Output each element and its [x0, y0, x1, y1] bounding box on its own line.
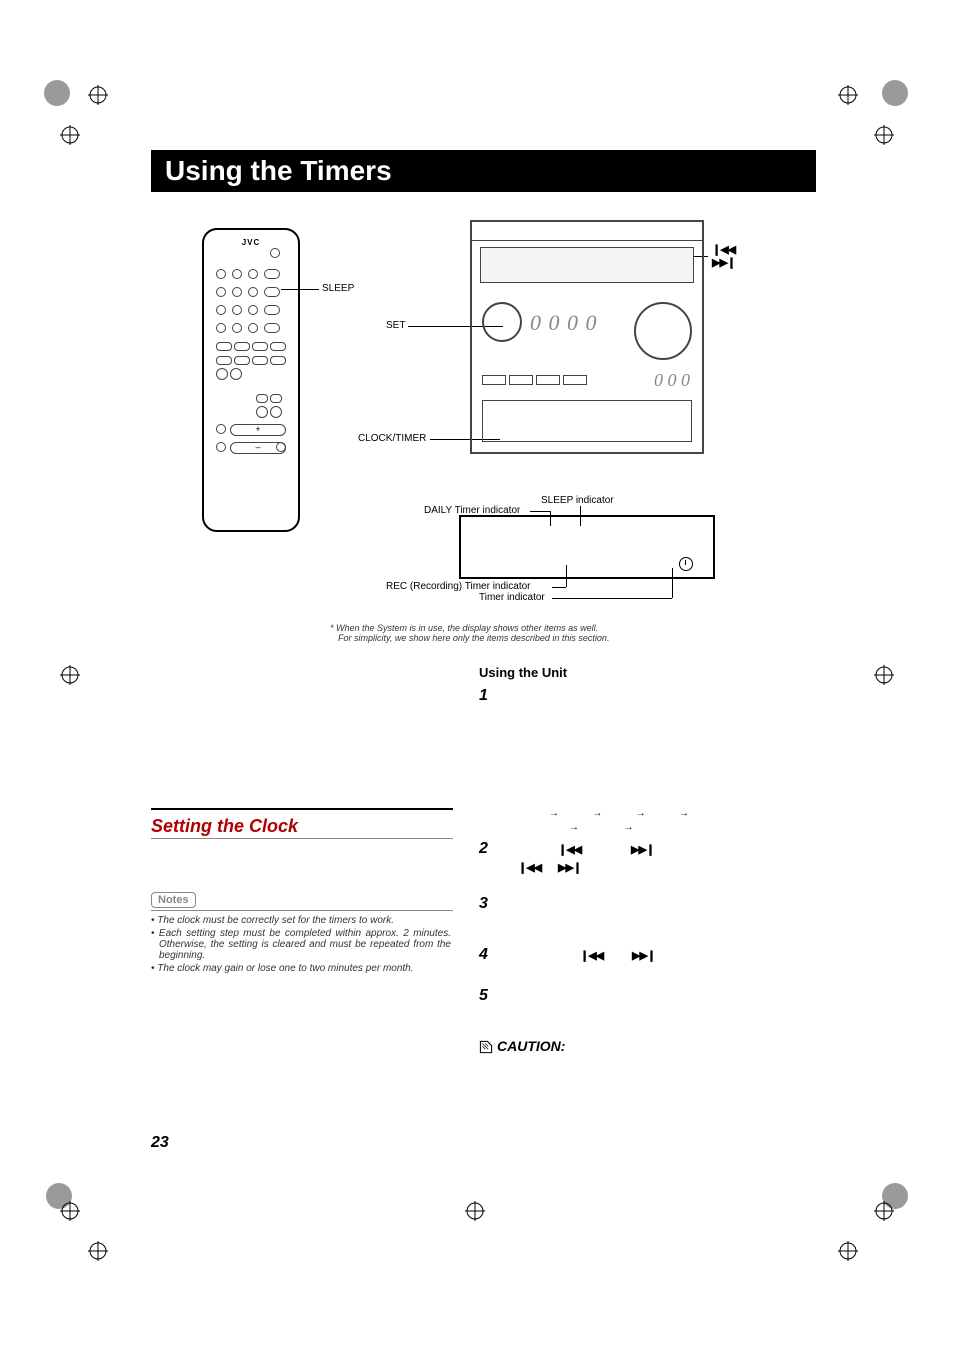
remote-button-row: [216, 367, 244, 385]
step-number: 4: [479, 946, 488, 964]
remote-button-row: [256, 405, 284, 423]
remote-button-row: [216, 302, 286, 320]
leader-line: [281, 289, 319, 290]
note-item: • The clock must be correctly set for th…: [151, 915, 451, 926]
section-rule: [151, 838, 453, 839]
using-unit-heading: Using the Unit: [479, 665, 567, 680]
next-track-icon: ▶▶❙: [632, 949, 655, 962]
crop-mark-dot: [882, 80, 908, 106]
section-rule: [151, 910, 453, 911]
sleep-label: SLEEP: [322, 283, 354, 294]
footnote-line: * When the System is in use, the display…: [330, 623, 710, 633]
cd-drawer: [482, 400, 692, 442]
step-number: 2: [479, 840, 488, 858]
remote-plus-button: +: [230, 424, 286, 436]
remote-button-row: [216, 266, 286, 284]
unit-display: 0 0 0 0: [530, 310, 598, 336]
leader-line: [552, 598, 672, 599]
remote-dot: [216, 424, 226, 434]
notes-badge: Notes: [151, 892, 196, 908]
registration-mark-icon: [874, 125, 894, 145]
arrow-sequence: → →: [569, 822, 769, 833]
next-track-icon: ▶▶❙: [558, 861, 581, 874]
rec-indicator-label: REC (Recording) Timer indicator: [386, 581, 531, 592]
page-number: 23: [151, 1134, 169, 1152]
remote-illustration: JVC + –: [202, 228, 300, 532]
registration-mark-icon: [838, 85, 858, 105]
clock-icon: [679, 557, 693, 571]
remote-button-row: [216, 320, 286, 338]
knob-icon: [482, 302, 522, 342]
unit-buttons: [482, 372, 590, 390]
leader-line: [672, 568, 673, 598]
prev-track-icon: ❙◀◀: [712, 243, 735, 256]
leader-line: [552, 587, 566, 588]
indicator-panel: [459, 515, 715, 579]
prev-track-icon: ❙◀◀: [558, 843, 581, 856]
caution-heading: CAUTION:: [479, 1038, 565, 1054]
remote-button-row: [216, 284, 286, 302]
remote-brand-label: JVC: [242, 238, 261, 247]
main-unit-illustration: 0 0 0 0 0 0 0: [470, 220, 704, 454]
footnote: * When the System is in use, the display…: [330, 623, 710, 643]
step-number: 1: [479, 687, 488, 705]
leader-line: [530, 511, 550, 512]
arrow-sequence: → → → →: [549, 808, 809, 819]
page-title: Using the Timers: [151, 150, 816, 192]
next-track-icon: ▶▶❙: [712, 256, 735, 269]
remote-dot: [276, 442, 286, 452]
prev-track-icon: ❙◀◀: [580, 949, 603, 962]
crop-mark-dot: [44, 80, 70, 106]
registration-mark-icon: [874, 1201, 894, 1221]
registration-mark-icon: [465, 1201, 485, 1221]
registration-mark-icon: [60, 125, 80, 145]
unit-display-small: 0 0 0: [654, 370, 690, 391]
footnote-line: For simplicity, we show here only the it…: [330, 633, 710, 643]
notes-list: • The clock must be correctly set for th…: [151, 915, 451, 976]
step-number: 5: [479, 987, 488, 1005]
leader-line: [566, 565, 567, 587]
caution-icon: [479, 1040, 493, 1054]
timer-indicator-label: Timer indicator: [479, 592, 545, 603]
power-icon: [270, 248, 280, 258]
remote-dot: [216, 442, 226, 452]
registration-mark-icon: [88, 85, 108, 105]
sleep-indicator-label: SLEEP indicator: [541, 495, 614, 506]
registration-mark-icon: [60, 1201, 80, 1221]
setting-clock-heading: Setting the Clock: [151, 816, 298, 837]
registration-mark-icon: [838, 1241, 858, 1261]
step-number: 3: [479, 895, 488, 913]
knob-icon: [634, 302, 692, 360]
clock-timer-label: CLOCK/TIMER: [358, 433, 426, 444]
caution-label: CAUTION:: [497, 1038, 565, 1054]
next-track-icon: ▶▶❙: [631, 843, 654, 856]
set-label: SET: [386, 320, 405, 331]
note-item: • Each setting step must be completed wi…: [151, 928, 451, 961]
prev-track-icon: ❙◀◀: [518, 861, 541, 874]
registration-mark-icon: [88, 1241, 108, 1261]
registration-mark-icon: [874, 665, 894, 685]
registration-mark-icon: [60, 665, 80, 685]
note-item: • The clock may gain or lose one to two …: [151, 963, 451, 974]
section-rule: [151, 808, 453, 810]
